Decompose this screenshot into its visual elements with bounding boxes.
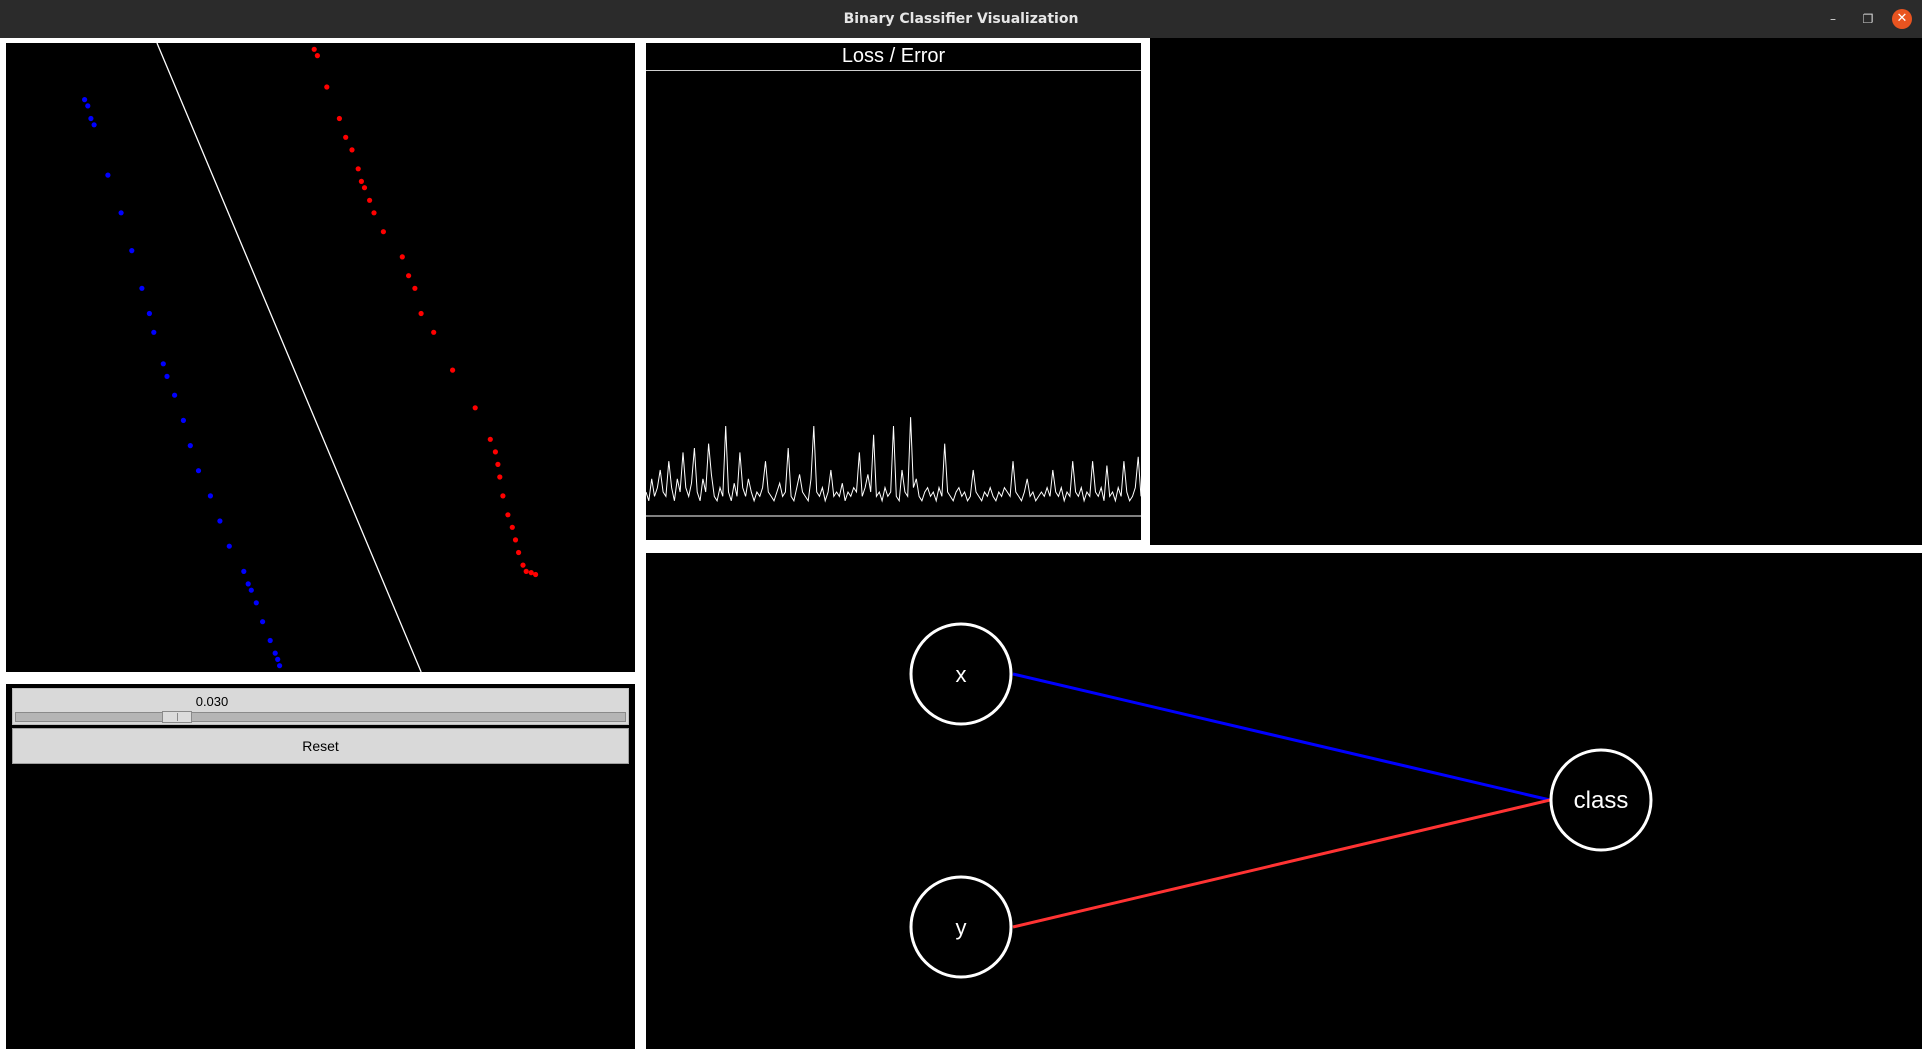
- scatter-plot-panel: [6, 43, 635, 672]
- class-a-point: [248, 587, 254, 593]
- class-a-point: [260, 619, 266, 625]
- input-node-x-label: x: [956, 662, 967, 687]
- slider-trough[interactable]: [15, 711, 626, 723]
- input-node-y: y: [909, 875, 1013, 979]
- slider-value-label: 0.030: [195, 694, 229, 709]
- class-a-point: [91, 122, 97, 128]
- class-b-point: [412, 285, 418, 291]
- empty-panel: [1150, 38, 1922, 545]
- class-b-point: [492, 449, 498, 455]
- class-b-point: [523, 568, 529, 575]
- output-node-class-label: class: [1574, 787, 1629, 814]
- class-a-point: [88, 115, 94, 122]
- class-b-point: [472, 405, 478, 411]
- network-diagram: x y class: [909, 622, 1653, 979]
- class-a-point: [217, 518, 223, 524]
- class-a-point: [180, 417, 186, 423]
- class-a-point: [253, 600, 259, 606]
- minimize-button[interactable]: –: [1823, 9, 1843, 29]
- class-b-point: [520, 562, 526, 568]
- maximize-button[interactable]: ❐: [1858, 9, 1878, 29]
- class-b-point: [380, 229, 386, 235]
- class-a-point: [139, 285, 145, 291]
- edge-x-to-class: [1012, 672, 1551, 802]
- output-node-class: class: [1549, 748, 1653, 852]
- class-b-point: [450, 367, 456, 373]
- class-b-point: [324, 84, 330, 90]
- window-title: Binary Classifier Visualization: [843, 11, 1079, 27]
- slider-thumb[interactable]: [162, 711, 193, 723]
- class-b-point: [495, 461, 501, 467]
- class-a-point: [164, 373, 170, 379]
- class-a-point: [267, 637, 273, 644]
- class-a-point: [146, 310, 152, 317]
- class-a-point: [151, 329, 157, 335]
- loss-series-line: [646, 417, 1141, 503]
- class-a-point: [245, 581, 251, 587]
- decision-boundary: [156, 43, 422, 672]
- class-a-point: [195, 468, 202, 474]
- class-b-point: [512, 537, 519, 543]
- class-b-point: [361, 185, 368, 191]
- class-a-point: [160, 361, 166, 367]
- class-b-point: [367, 197, 373, 203]
- class-a-point: [82, 97, 88, 103]
- class-b-point: [355, 166, 361, 172]
- class-a-point: [129, 248, 135, 254]
- class-b-point: [500, 493, 506, 499]
- input-node-x: x: [909, 622, 1013, 726]
- controls-panel: 0.030 Reset: [6, 684, 635, 1049]
- class-b-point: [343, 134, 349, 140]
- class-b-point: [399, 254, 405, 260]
- class-a-point: [187, 443, 193, 449]
- class-b-point: [336, 115, 342, 122]
- class-b-point: [406, 273, 412, 279]
- network-diagram-panel: x y class: [646, 553, 1922, 1049]
- class-b-point: [371, 210, 377, 216]
- edge-y-to-class: [1012, 798, 1551, 929]
- class-b-point: [418, 310, 424, 317]
- loss-chart-title: Loss / Error: [646, 43, 1141, 71]
- class-a-point: [172, 392, 178, 398]
- class-a-point: [272, 650, 278, 656]
- class-a-point: [226, 543, 232, 549]
- class-b-point: [314, 53, 320, 59]
- class-b-point: [487, 436, 493, 442]
- learning-rate-slider[interactable]: 0.030: [12, 688, 629, 725]
- close-button[interactable]: ✕: [1892, 9, 1912, 29]
- class-a-point: [118, 210, 124, 216]
- class-a-point: [85, 103, 91, 109]
- class-a-point: [105, 172, 111, 178]
- window-titlebar[interactable]: Binary Classifier Visualization – ❐ ✕: [0, 0, 1922, 38]
- class-b-point: [431, 329, 437, 335]
- class-a-point: [241, 568, 247, 575]
- class-b-point: [497, 474, 503, 480]
- class-b-point: [516, 549, 522, 556]
- scatter-plot: [82, 43, 539, 672]
- class-b-point: [505, 512, 511, 518]
- class-b-point: [349, 147, 355, 153]
- loss-chart-panel: Loss / Error: [646, 43, 1141, 540]
- class-b-point: [533, 571, 539, 578]
- class-b-point: [509, 524, 515, 530]
- input-node-y-label: y: [956, 915, 967, 940]
- class-b-point: [358, 178, 364, 184]
- reset-button[interactable]: Reset: [12, 728, 629, 764]
- class-b-point: [311, 46, 317, 52]
- class-a-point: [275, 656, 281, 663]
- class-a-point: [207, 493, 213, 499]
- class-a-point: [277, 663, 283, 669]
- loss-chart: [646, 417, 1141, 517]
